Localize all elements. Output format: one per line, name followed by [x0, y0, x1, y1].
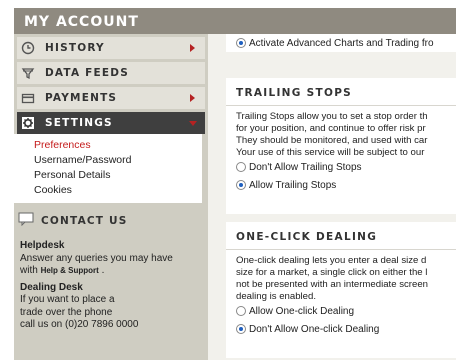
help-support-link[interactable]: Help & Support	[41, 266, 99, 275]
chevron-down-icon	[189, 121, 197, 126]
chevron-right-icon	[190, 44, 195, 52]
sidebar-title: MY ACCOUNT	[14, 8, 208, 34]
card-icon	[17, 87, 39, 109]
oneclick-line-2: size for a market, a single click on eit…	[236, 267, 428, 278]
submenu-personal-details[interactable]: Personal Details	[34, 168, 202, 183]
trailing-line-2: for your position, and continue to offer…	[236, 123, 426, 134]
menu-item-history[interactable]: HISTORY	[17, 37, 205, 59]
helpdesk-title: Helpdesk	[20, 240, 65, 251]
allow-oneclick-label: Allow One-click Dealing	[249, 305, 355, 317]
menu-item-settings[interactable]: SETTINGS	[17, 112, 205, 134]
radio-selected[interactable]	[236, 324, 246, 334]
charts-panel: Activate Advanced Charts and Trading fro	[226, 34, 456, 52]
dealing-line-1: If you want to place a	[20, 294, 115, 305]
helpdesk-with: with	[20, 265, 38, 276]
one-click-description: One-click dealing lets you enter a deal …	[226, 250, 456, 303]
oneclick-line-3: not be presented with an intermediate sc…	[236, 279, 428, 290]
helpdesk-text: Answer any queries you may have	[20, 252, 173, 264]
oneclick-line-1: One-click dealing lets you enter a deal …	[236, 255, 427, 266]
radio-selected[interactable]	[236, 180, 246, 190]
menu-label-payments: PAYMENTS	[45, 92, 118, 104]
settings-submenu: Preferences Username/Password Personal D…	[14, 134, 202, 203]
chat-icon	[18, 212, 34, 231]
chevron-right-icon	[190, 94, 195, 102]
submenu-cookies[interactable]: Cookies	[34, 183, 202, 198]
account-menu: HISTORY DATA FEEDS PAYMENTS SETTINGS	[14, 34, 208, 134]
dealing-line-2: trade over the phone	[20, 306, 113, 318]
trailing-stops-title: TRAILING STOPS	[226, 78, 456, 106]
helpdesk-end: .	[101, 265, 105, 276]
radio-unselected[interactable]	[236, 162, 246, 172]
account-sidebar: MY ACCOUNT HISTORY DATA FEEDS PAYMENTS S…	[14, 8, 208, 360]
submenu-username-password[interactable]: Username/Password	[34, 153, 202, 168]
allow-oneclick-option[interactable]: Allow One-click Dealing	[226, 304, 456, 318]
menu-item-data-feeds[interactable]: DATA FEEDS	[17, 62, 205, 84]
dealing-title: Dealing Desk	[20, 281, 83, 293]
contact-title: CONTACT US	[41, 215, 128, 227]
dont-allow-trailing-label: Don't Allow Trailing Stops	[249, 161, 362, 173]
settings-content: Activate Advanced Charts and Trading fro…	[208, 8, 456, 360]
oneclick-line-4: dealing is enabled.	[236, 291, 317, 302]
allow-trailing-option[interactable]: Allow Trailing Stops	[226, 178, 456, 192]
dont-allow-trailing-option[interactable]: Don't Allow Trailing Stops	[226, 160, 456, 174]
contact-section: CONTACT US Helpdesk Answer any queries y…	[14, 208, 208, 332]
contact-header: CONTACT US	[14, 208, 208, 234]
history-icon	[17, 37, 39, 59]
gear-icon	[17, 112, 39, 134]
dealing-line-3: call us on (0)20 7896 0000	[20, 319, 139, 330]
one-click-title: ONE-CLICK DEALING	[226, 222, 456, 250]
dont-allow-oneclick-label: Don't Allow One-click Dealing	[249, 323, 380, 335]
trailing-line-3: They should be monitored, and used with …	[236, 135, 428, 146]
trailing-stops-description: Trailing Stops allow you to set a stop o…	[226, 106, 456, 159]
advanced-charts-label: Activate Advanced Charts and Trading fro	[249, 37, 434, 49]
menu-label-history: HISTORY	[45, 42, 105, 54]
trailing-line-4: Your use of this service will be subject…	[236, 147, 425, 158]
allow-trailing-label: Allow Trailing Stops	[249, 179, 337, 191]
trailing-stops-panel: TRAILING STOPS Trailing Stops allow you …	[226, 78, 456, 214]
one-click-panel: ONE-CLICK DEALING One-click dealing lets…	[226, 222, 456, 358]
trailing-line-1: Trailing Stops allow you to set a stop o…	[236, 111, 428, 122]
filter-icon	[17, 62, 39, 84]
helpdesk-link-line: with Help & Support .	[20, 265, 204, 278]
menu-label-settings: SETTINGS	[45, 117, 113, 129]
menu-item-payments[interactable]: PAYMENTS	[17, 87, 205, 109]
advanced-charts-option[interactable]: Activate Advanced Charts and Trading fro	[226, 36, 456, 50]
header-strip	[208, 8, 456, 34]
radio-selected[interactable]	[236, 38, 246, 48]
submenu-preferences[interactable]: Preferences	[34, 138, 202, 153]
dont-allow-oneclick-option[interactable]: Don't Allow One-click Dealing	[226, 322, 456, 336]
contact-body: Helpdesk Answer any queries you may have…	[14, 234, 208, 332]
radio-unselected[interactable]	[236, 306, 246, 316]
menu-label-data-feeds: DATA FEEDS	[45, 67, 129, 79]
